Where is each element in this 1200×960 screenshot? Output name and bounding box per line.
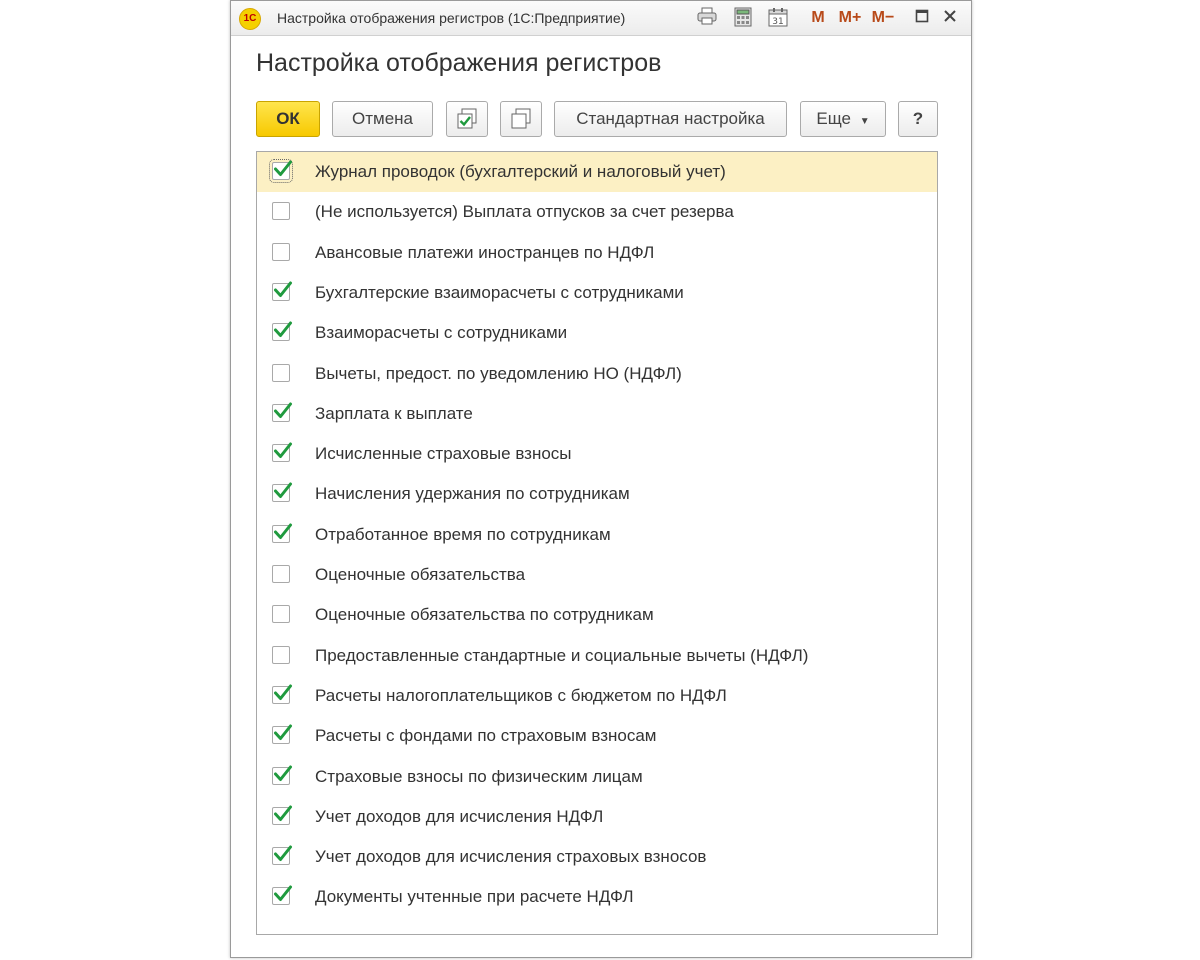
list-item-label: Оценочные обязательства по сотрудникам: [315, 605, 654, 625]
chevron-down-icon: ▼: [859, 116, 870, 127]
list-item[interactable]: Учет доходов для исчисления страховых вз…: [257, 837, 937, 877]
list-item-label: Расчеты с фондами по страховым взносам: [315, 726, 657, 746]
checkbox-checked[interactable]: [272, 523, 292, 543]
list-item-label: (Не используется) Выплата отпусков за сч…: [315, 202, 734, 222]
checkbox-checked[interactable]: [272, 885, 292, 906]
checkmark-icon: [274, 724, 292, 741]
calculator-icon[interactable]: [731, 7, 755, 29]
window-titlebar: 1С Настройка отображения регистров (1С:П…: [231, 1, 971, 36]
checkmark-icon: [274, 281, 292, 297]
ok-button[interactable]: ОК: [256, 101, 320, 137]
memory-icon[interactable]: M: [807, 7, 829, 29]
checkbox-checked[interactable]: [272, 724, 292, 745]
checkbox-unchecked[interactable]: [272, 242, 290, 261]
list-item-label: Расчеты налогоплательщиков с бюджетом по…: [315, 685, 727, 705]
list-item[interactable]: Предоставленные стандартные и социальные…: [257, 636, 937, 676]
checkbox-checked[interactable]: [272, 321, 292, 342]
list-item[interactable]: Оценочные обязательства по сотрудникам: [257, 595, 937, 635]
list-item[interactable]: Страховые взносы по физическим лицам: [257, 757, 937, 797]
list-item-label: Бухгалтерские взаиморасчеты с сотрудника…: [315, 282, 684, 302]
checkmark-icon: [274, 885, 292, 902]
list-item-label: Страховые взносы по физическим лицам: [315, 766, 643, 786]
checkmark-icon: [274, 321, 292, 338]
checkmark-icon: [274, 482, 292, 499]
list-item-label: Исчисленные страховые взносы: [315, 444, 572, 464]
maximize-icon[interactable]: [911, 7, 933, 29]
list-item[interactable]: Исчисленные страховые взносы: [257, 434, 937, 474]
checkbox-checked[interactable]: [269, 159, 293, 183]
list-item[interactable]: Начисления удержания по сотрудникам: [257, 474, 937, 514]
settings-window: 1С Настройка отображения регистров (1С:П…: [230, 0, 972, 958]
list-item[interactable]: Оценочные обязательства: [257, 555, 937, 595]
checkmark-icon: [274, 805, 292, 821]
list-item-label: Начисления удержания по сотрудникам: [315, 484, 630, 504]
more-button[interactable]: Еще ▼: [800, 101, 886, 137]
help-button[interactable]: ?: [898, 101, 938, 137]
list-item-label: Предоставленные стандартные и социальные…: [315, 645, 809, 665]
list-item[interactable]: Отработанное время по сотрудникам: [257, 515, 937, 555]
uncheck-all-icon: [511, 108, 531, 129]
list-item[interactable]: Вычеты, предост. по уведомлению НО (НДФЛ…: [257, 354, 937, 394]
checkmark-icon: [274, 402, 292, 418]
list-item-label: Документы учтенные при расчете НДФЛ: [315, 887, 634, 907]
standard-settings-button[interactable]: Стандартная настройка: [554, 101, 787, 137]
close-icon[interactable]: [939, 7, 961, 29]
cancel-button[interactable]: Отмена: [332, 101, 433, 137]
checkbox-checked[interactable]: [272, 402, 292, 422]
list-item-label: Авансовые платежи иностранцев по НДФЛ: [315, 242, 655, 262]
checkbox-unchecked[interactable]: [272, 565, 290, 583]
checkbox-checked[interactable]: [272, 482, 292, 503]
list-item-label: Вычеты, предост. по уведомлению НО (НДФЛ…: [315, 363, 682, 383]
list-item-label: Зарплата к выплате: [315, 403, 473, 423]
list-item[interactable]: Учет доходов для исчисления НДФЛ: [257, 797, 937, 837]
list-item-label: Учет доходов для исчисления страховых вз…: [315, 847, 707, 867]
checkbox-unchecked[interactable]: [272, 645, 290, 664]
calendar-icon[interactable]: 31: [766, 7, 790, 29]
checkmark-icon: [274, 442, 292, 459]
window-title: Настройка отображения регистров (1С:Пред…: [277, 10, 626, 26]
list-item[interactable]: Авансовые платежи иностранцев по НДФЛ: [257, 233, 937, 273]
checkmark-icon: [274, 684, 292, 700]
checkmark-icon: [274, 160, 292, 176]
memory-plus-icon[interactable]: M+: [835, 7, 865, 29]
list-item[interactable]: Зарплата к выплате: [257, 394, 937, 434]
list-item-label: Журнал проводок (бухгалтерский и налогов…: [315, 162, 726, 181]
print-icon[interactable]: [695, 7, 719, 29]
checkmark-icon: [274, 765, 292, 781]
list-item-label: Оценочные обязательства: [315, 565, 526, 584]
memory-minus-icon[interactable]: M−: [869, 7, 897, 29]
checkbox-unchecked[interactable]: [272, 605, 290, 624]
list-item[interactable]: Бухгалтерские взаиморасчеты с сотрудника…: [257, 273, 937, 313]
app-logo-icon: 1С: [239, 8, 261, 30]
list-item[interactable]: Журнал проводок (бухгалтерский и налогов…: [257, 152, 937, 192]
list-item[interactable]: Взаиморасчеты с сотрудниками: [257, 313, 937, 353]
checkbox-checked[interactable]: [272, 684, 292, 704]
page-title: Настройка отображения регистров: [256, 49, 662, 77]
checkbox-unchecked[interactable]: [272, 202, 290, 221]
check-all-button[interactable]: [446, 101, 488, 137]
checkbox-checked[interactable]: [272, 442, 292, 463]
register-list: Журнал проводок (бухгалтерский и налогов…: [256, 151, 938, 935]
list-item-label: Учет доходов для исчисления НДФЛ: [315, 806, 604, 826]
checkbox-checked[interactable]: [272, 281, 292, 301]
checkbox-checked[interactable]: [272, 805, 292, 825]
checkbox-checked[interactable]: [272, 765, 292, 785]
uncheck-all-button[interactable]: [500, 101, 542, 137]
list-item[interactable]: (Не используется) Выплата отпусков за сч…: [257, 192, 937, 232]
more-button-label: Еще: [816, 109, 851, 128]
list-item[interactable]: Расчеты налогоплательщиков с бюджетом по…: [257, 676, 937, 716]
svg-text:31: 31: [772, 17, 783, 27]
checkbox-checked[interactable]: [272, 845, 292, 866]
list-item[interactable]: Расчеты с фондами по страховым взносам: [257, 716, 937, 756]
list-item-label: Отработанное время по сотрудникам: [315, 524, 611, 544]
checkmark-icon: [274, 523, 292, 539]
checkbox-unchecked[interactable]: [272, 363, 290, 382]
list-item-label: Взаиморасчеты с сотрудниками: [315, 323, 568, 343]
checkmark-icon: [274, 845, 292, 862]
check-all-icon: [457, 108, 477, 129]
list-item[interactable]: Документы учтенные при расчете НДФЛ: [257, 877, 937, 917]
